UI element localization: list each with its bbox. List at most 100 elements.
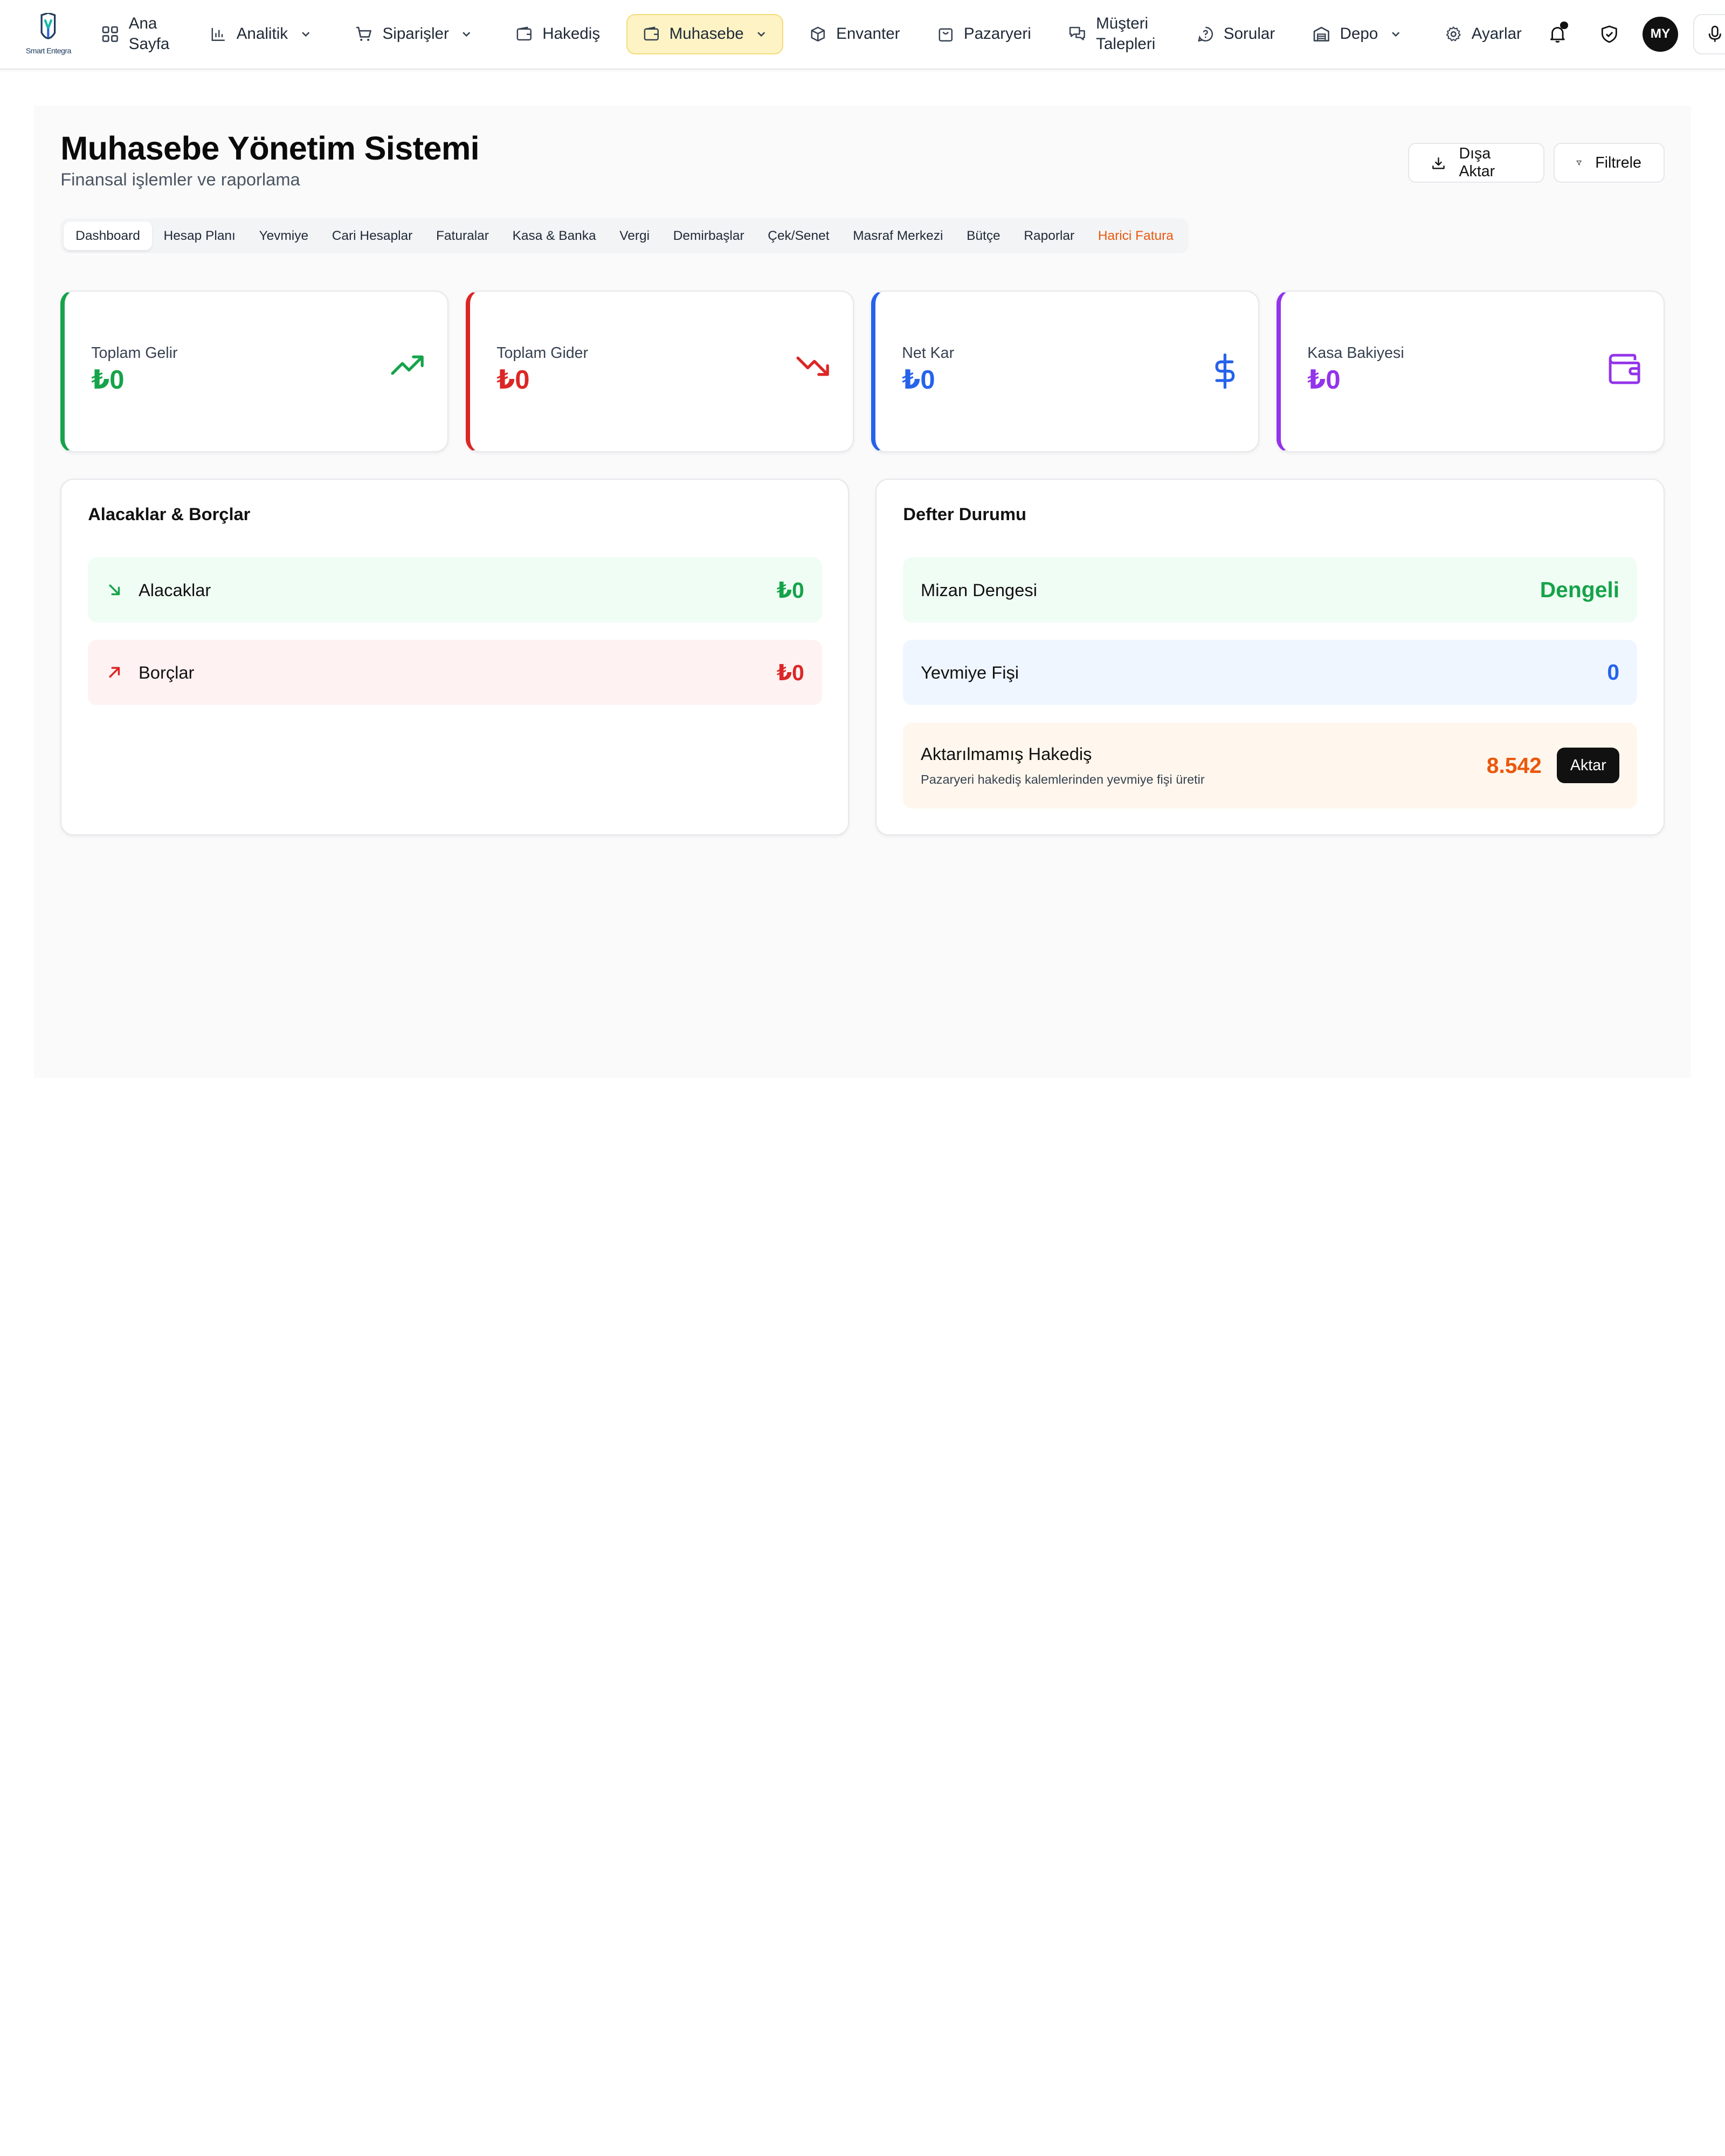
cart-icon <box>356 26 371 41</box>
trial-balance-value: Dengeli <box>1540 577 1620 603</box>
receivables-value: ₺0 <box>776 577 804 603</box>
stat-card-expense: Toplam Gider ₺0 <box>466 291 854 453</box>
chevron-down-icon <box>463 32 471 37</box>
avatar[interactable]: MY <box>1643 16 1678 52</box>
voice-button[interactable] <box>1693 13 1725 55</box>
pending-hakedis-row: Aktarılmamış Hakediş Pazaryeri hakediş k… <box>903 722 1637 808</box>
journal-voucher-value: 0 <box>1607 660 1620 685</box>
logo-icon <box>40 12 56 39</box>
tab-budget[interactable]: Bütçe <box>955 222 1012 250</box>
nav-questions[interactable]: Sorular <box>1186 14 1286 55</box>
filter-button[interactable]: Filtrele <box>1553 143 1665 183</box>
tab-cash-bank[interactable]: Kasa & Banka <box>501 222 608 250</box>
ledger-status-panel: Defter Durumu Mizan Dengesi Dengeli Yevm… <box>875 479 1665 835</box>
nav-marketplace[interactable]: Pazaryeri <box>926 14 1042 55</box>
stat-label: Kasa Bakiyesi <box>1307 344 1404 362</box>
nav-warehouse[interactable]: Depo <box>1301 14 1412 55</box>
grid-icon <box>102 26 118 42</box>
tab-invoices[interactable]: Faturalar <box>424 222 501 250</box>
nav-warehouse-label: Depo <box>1340 25 1378 43</box>
export-button[interactable]: Dışa Aktar <box>1408 143 1545 183</box>
nav-questions-label: Sorular <box>1223 25 1275 43</box>
nav-marketplace-label: Pazaryeri <box>963 25 1031 43</box>
help-circle-icon <box>1198 26 1213 42</box>
page-subtitle: Finansal işlemler ve raporlama <box>60 169 300 190</box>
filter-icon <box>1576 160 1582 165</box>
stat-label: Toplam Gelir <box>91 344 178 362</box>
tab-current-accounts[interactable]: Cari Hesaplar <box>320 222 424 250</box>
nav-accounting-label: Muhasebe <box>669 25 744 43</box>
payables-row: Borçlar ₺0 <box>88 640 822 705</box>
tab-journal[interactable]: Yevmiye <box>247 222 320 250</box>
chevron-down-icon <box>301 32 309 37</box>
tab-checks-notes[interactable]: Çek/Senet <box>756 222 841 250</box>
nav-home-label: Ana Sayfa <box>128 14 170 53</box>
tab-fixed-assets[interactable]: Demirbaşlar <box>661 222 756 250</box>
nav-hakedis-label: Hakediş <box>542 25 601 43</box>
tab-cost-center[interactable]: Masraf Merkezi <box>841 222 955 250</box>
stat-value: ₺0 <box>91 365 125 395</box>
pending-hakedis-description: Pazaryeri hakediş kalemlerinden yevmiye … <box>921 772 1205 786</box>
filter-label: Filtrele <box>1595 154 1641 171</box>
arrow-down-right-icon <box>109 584 120 596</box>
stat-label: Net Kar <box>902 344 955 362</box>
shield-check-icon <box>1601 25 1617 43</box>
page: Smart Entegra Ana Sayfa Analitik Sipariş… <box>0 0 1725 1078</box>
transfer-button[interactable]: Aktar <box>1557 748 1620 783</box>
notifications-button[interactable] <box>1540 16 1576 52</box>
tab-tax[interactable]: Vergi <box>608 222 661 250</box>
tab-external-invoice[interactable]: Harici Fatura <box>1086 222 1185 250</box>
trending-up-icon <box>390 355 424 375</box>
nav-hakedis[interactable]: Hakediş <box>505 14 611 55</box>
page-title: Muhasebe Yönetim Sistemi <box>60 129 480 167</box>
payables-label: Borçlar <box>139 662 195 682</box>
receivables-payables-panel: Alacaklar & Borçlar Alacaklar ₺0 Borçlar <box>60 479 850 835</box>
page-header: Muhasebe Yönetim Sistemi Finansal işleml… <box>60 129 1665 190</box>
nav-analytics[interactable]: Analitik <box>199 14 322 55</box>
logo-text: Smart Entegra <box>25 46 72 56</box>
receivables-list: Alacaklar ₺0 Borçlar ₺0 <box>88 557 822 705</box>
stat-value: ₺0 <box>1307 365 1341 395</box>
tab-chart-of-accounts[interactable]: Hesap Planı <box>152 222 247 250</box>
accounting-tabs: Dashboard Hesap Planı Yevmiye Cari Hesap… <box>60 218 1189 253</box>
trial-balance-row: Mizan Dengesi Dengeli <box>903 557 1637 623</box>
receivables-label: Alacaklar <box>139 579 211 600</box>
wallet-icon <box>1609 354 1640 384</box>
receivables-row: Alacaklar ₺0 <box>88 557 822 623</box>
microphone-icon <box>1708 25 1721 42</box>
trending-down-icon <box>796 356 829 376</box>
main-content: Muhasebe Yönetim Sistemi Finansal işleml… <box>34 105 1691 1078</box>
nav-customer-requests[interactable]: Müşteri Talepleri <box>1058 14 1171 55</box>
tab-reports[interactable]: Raporlar <box>1012 222 1087 250</box>
download-icon <box>1432 157 1445 169</box>
nav-inventory-label: Envanter <box>836 25 900 43</box>
export-label: Dışa Aktar <box>1459 145 1495 181</box>
summary-panels: Alacaklar & Borçlar Alacaklar ₺0 Borçlar <box>60 479 1665 835</box>
tab-dashboard[interactable]: Dashboard <box>64 222 152 250</box>
nav-settings[interactable]: Ayarlar <box>1434 14 1533 55</box>
security-button[interactable] <box>1591 16 1627 52</box>
stat-cards: Toplam Gelir ₺0 Toplam Gider ₺0 Net Kar … <box>60 291 1665 453</box>
brand-logo[interactable]: Smart Entegra <box>25 12 72 56</box>
wallet-icon <box>644 26 659 41</box>
stat-label: Toplam Gider <box>496 344 589 362</box>
trial-balance-label: Mizan Dengesi <box>921 579 1037 600</box>
chevron-down-icon <box>757 32 765 37</box>
nav-settings-label: Ayarlar <box>1471 25 1522 43</box>
nav-orders[interactable]: Siparişler <box>344 14 483 55</box>
panel-title: Alacaklar & Borçlar <box>88 504 251 524</box>
bar-chart-icon <box>211 27 225 41</box>
pending-hakedis-label: Aktarılmamış Hakediş <box>921 744 1092 764</box>
stat-card-cash-balance: Kasa Bakiyesi ₺0 <box>1276 291 1665 453</box>
nav-orders-label: Siparişler <box>382 25 449 43</box>
chat-bubbles-icon <box>1069 26 1085 40</box>
chevron-down-icon <box>1391 32 1400 37</box>
nav-home[interactable]: Ana Sayfa <box>90 14 183 55</box>
journal-voucher-label: Yevmiye Fişi <box>921 662 1019 682</box>
payables-value: ₺0 <box>776 660 804 685</box>
arrow-up-right-icon <box>109 667 120 678</box>
nav-accounting[interactable]: Muhasebe <box>626 13 784 55</box>
nav-inventory[interactable]: Envanter <box>799 14 911 55</box>
notification-dot <box>1560 21 1568 30</box>
stat-value: ₺0 <box>496 365 530 395</box>
